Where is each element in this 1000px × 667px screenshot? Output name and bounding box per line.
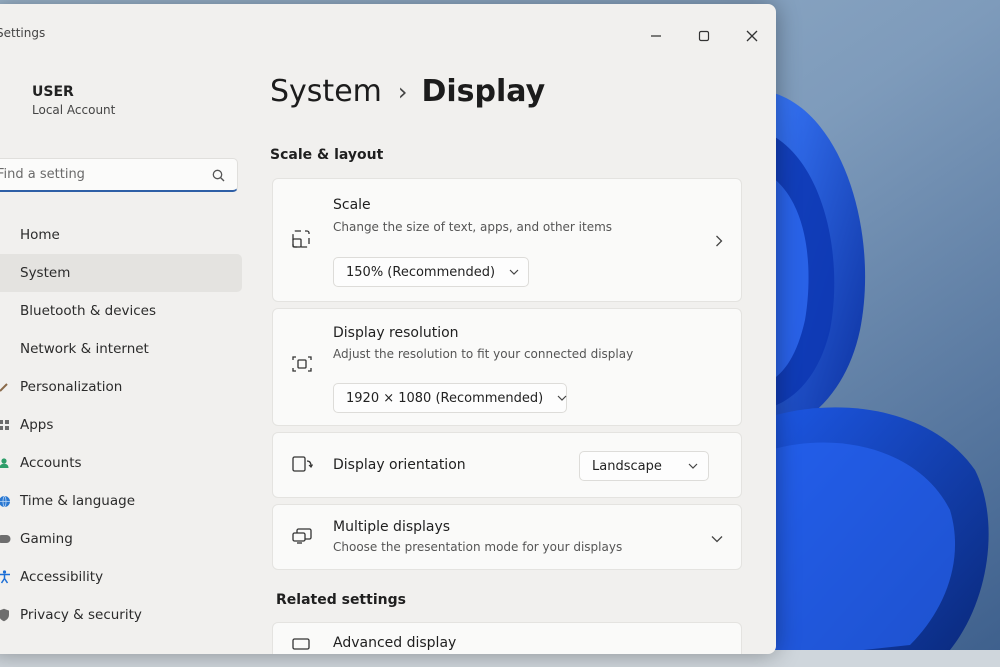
resolution-title: Display resolution [333, 325, 459, 341]
sidebar-item-label: System [20, 265, 71, 281]
chevron-down-icon [557, 395, 567, 401]
accounts-icon [0, 455, 12, 471]
maximize-button[interactable] [680, 18, 728, 54]
search-icon[interactable] [212, 169, 225, 182]
multiple-displays-card[interactable]: Multiple displays Choose the presentatio… [272, 504, 742, 570]
window-title: Settings [0, 26, 46, 40]
resolution-value: 1920 × 1080 (Recommended) [346, 390, 544, 406]
network-icon [0, 341, 12, 357]
sidebar-item-personalization[interactable]: Personalization [0, 368, 242, 406]
sidebar-item-bluetooth[interactable]: Bluetooth & devices [0, 292, 242, 330]
sidebar-item-label: Apps [20, 417, 54, 433]
display-orientation-card: Display orientation Landscape [272, 432, 742, 498]
sidebar-nav: Home System Bluetooth & devices Network … [0, 216, 242, 634]
orientation-title: Display orientation [333, 457, 466, 473]
resolution-description: Adjust the resolution to fit your connec… [333, 347, 634, 361]
sidebar-item-label: Accessibility [20, 569, 104, 585]
sidebar-item-label: Network & internet [20, 341, 149, 357]
breadcrumb: System › Display [270, 74, 545, 109]
multiple-displays-description: Choose the presentation mode for your di… [333, 540, 623, 554]
search-box[interactable]: Find a setting [0, 158, 238, 192]
sidebar-item-label: Gaming [20, 531, 73, 547]
sidebar-item-network[interactable]: Network & internet [0, 330, 242, 368]
display-resolution-card: Display resolution Adjust the resolution… [272, 308, 742, 426]
globe-icon [0, 493, 12, 509]
sidebar-item-accounts[interactable]: Accounts [0, 444, 242, 482]
scale-card[interactable]: Scale Change the size of text, apps, and… [272, 178, 742, 302]
sidebar-item-privacy-security[interactable]: Privacy & security [0, 596, 242, 634]
multiple-displays-title: Multiple displays [333, 519, 451, 535]
user-info[interactable]: USER Local Account [32, 84, 115, 117]
close-button[interactable] [728, 18, 776, 54]
shield-icon [0, 607, 12, 623]
resolution-dropdown[interactable]: 1920 × 1080 (Recommended) [333, 383, 567, 413]
chevron-down-icon[interactable] [711, 535, 723, 543]
settings-window: Settings USER Local Account Find a setti… [0, 4, 776, 654]
sidebar-item-label: Bluetooth & devices [20, 303, 157, 319]
orientation-icon [292, 456, 313, 472]
bluetooth-icon [0, 303, 12, 319]
chevron-down-icon [688, 463, 698, 469]
sidebar-item-label: Home [20, 227, 60, 243]
maximize-icon [698, 30, 710, 42]
sidebar-item-gaming[interactable]: Gaming [0, 520, 242, 558]
resolution-icon [292, 356, 312, 372]
page-title: Display [421, 74, 546, 109]
minimize-icon [651, 35, 661, 37]
advanced-display-title: Advanced display [333, 635, 457, 651]
gamepad-icon [0, 531, 12, 547]
sidebar-item-apps[interactable]: Apps [0, 406, 242, 444]
section-related-settings: Related settings [276, 592, 406, 608]
sidebar-item-label: Privacy & security [20, 607, 142, 623]
chevron-down-icon [509, 269, 519, 275]
monitor-icon [292, 638, 310, 650]
scale-description: Change the size of text, apps, and other… [333, 220, 613, 234]
orientation-value: Landscape [592, 458, 662, 474]
sidebar-item-label: Personalization [20, 379, 123, 395]
search-input[interactable]: Find a setting [0, 167, 85, 182]
orientation-dropdown[interactable]: Landscape [579, 451, 709, 481]
sidebar-item-label: Time & language [20, 493, 136, 509]
close-icon [746, 30, 758, 42]
sidebar-item-home[interactable]: Home [0, 216, 242, 254]
window-controls [632, 18, 776, 54]
sidebar-item-label: Accounts [20, 455, 82, 471]
account-type: Local Account [32, 103, 116, 117]
brush-icon [0, 379, 12, 395]
scale-dropdown[interactable]: 150% (Recommended) [333, 257, 529, 287]
sidebar-item-time-language[interactable]: Time & language [0, 482, 242, 520]
breadcrumb-parent[interactable]: System [270, 74, 382, 109]
apps-icon [0, 417, 12, 433]
scale-icon [292, 230, 310, 248]
sidebar-item-accessibility[interactable]: Accessibility [0, 558, 242, 596]
home-icon [0, 227, 12, 243]
user-name: USER [32, 84, 74, 100]
minimize-button[interactable] [632, 18, 680, 54]
chevron-right-icon[interactable] [715, 235, 723, 247]
multiple-displays-icon [292, 528, 312, 544]
sidebar-item-system[interactable]: System [0, 254, 242, 292]
scale-title: Scale [333, 197, 371, 213]
section-scale-layout: Scale & layout [270, 147, 384, 163]
accessibility-icon [0, 569, 12, 585]
system-icon [0, 265, 12, 281]
scale-value: 150% (Recommended) [346, 264, 496, 280]
breadcrumb-separator: › [397, 77, 408, 106]
advanced-display-card[interactable]: Advanced display [272, 622, 742, 654]
